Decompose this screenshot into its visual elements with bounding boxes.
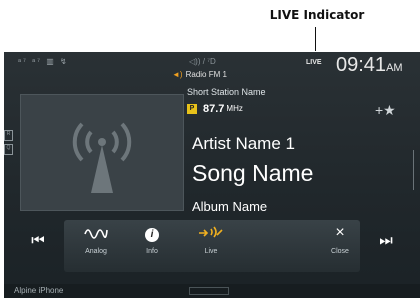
live-button[interactable]: Live bbox=[188, 220, 234, 272]
preset-badge: P bbox=[187, 103, 197, 114]
right-side-handle[interactable] bbox=[413, 150, 420, 190]
previous-icon: ⏮ bbox=[31, 232, 45, 249]
song-name: Song Name bbox=[192, 160, 314, 186]
live-label: Live bbox=[204, 248, 218, 255]
volume-indicator: ◁)) / ⁷D bbox=[189, 57, 216, 66]
live-indicator: LIVE bbox=[306, 59, 322, 66]
frequency-row: P 87.7 MHz bbox=[187, 100, 243, 118]
radio-broadcast-icon bbox=[72, 122, 132, 193]
info-button[interactable]: i Info bbox=[130, 220, 174, 272]
radio-icon: ◄) bbox=[172, 70, 183, 79]
analog-wave-icon bbox=[74, 224, 118, 248]
analog-label: Analog bbox=[85, 248, 107, 255]
analog-button[interactable]: Analog bbox=[74, 220, 118, 272]
album-art bbox=[20, 94, 184, 211]
frequency: 87.7 bbox=[203, 102, 225, 115]
device-name: Alpine iPhone bbox=[14, 286, 64, 295]
previous-button[interactable]: ⏮ bbox=[18, 220, 58, 272]
source-name: Radio FM 1 bbox=[185, 70, 227, 79]
add-favorite-icon[interactable]: +★ bbox=[375, 102, 396, 119]
clock-ampm: AM bbox=[386, 62, 403, 74]
info-icon: i bbox=[130, 224, 174, 248]
source-label: ◄) Radio FM 1 bbox=[172, 70, 227, 79]
status-bar: ᵃ⁷ ᵃ⁷ ▥ ↯ ◁)) / ⁷D LIVE 09:41AM bbox=[4, 52, 420, 76]
album-name: Album Name bbox=[192, 199, 268, 214]
side-tab-top[interactable]: R bbox=[4, 130, 13, 141]
close-button[interactable]: × Close bbox=[320, 220, 360, 272]
clock: 09:41AM bbox=[336, 54, 403, 77]
artist-name: Artist Name 1 bbox=[192, 134, 295, 153]
clock-time: 09:41 bbox=[336, 54, 387, 76]
info-glyph: i bbox=[145, 228, 159, 242]
next-button[interactable]: ⏭ bbox=[366, 220, 406, 272]
bottom-center-handle[interactable] bbox=[189, 287, 229, 295]
head-unit-screen: ᵃ⁷ ᵃ⁷ ▥ ↯ ◁)) / ⁷D LIVE 09:41AM ◄) Radio … bbox=[4, 52, 420, 298]
side-tab-bottom[interactable]: Q bbox=[4, 144, 13, 155]
frequency-unit: MHz bbox=[226, 104, 243, 114]
station-name: Short Station Name bbox=[187, 87, 266, 97]
live-indicator-callout: LIVE Indicator bbox=[269, 8, 365, 22]
live-icon bbox=[188, 224, 234, 248]
close-icon: × bbox=[335, 224, 345, 241]
close-label: Close bbox=[331, 248, 349, 255]
next-icon: ⏭ bbox=[379, 232, 393, 249]
status-icons: ᵃ⁷ ᵃ⁷ ▥ ↯ bbox=[18, 57, 69, 66]
left-side-tabs[interactable]: R Q bbox=[4, 130, 14, 170]
callout-line bbox=[315, 27, 316, 51]
info-label: Info bbox=[146, 248, 158, 255]
bottom-bar: Alpine iPhone bbox=[4, 284, 420, 298]
controls-bar: ⏮ Analog i Info Live × Close ⏭ bbox=[4, 220, 420, 272]
